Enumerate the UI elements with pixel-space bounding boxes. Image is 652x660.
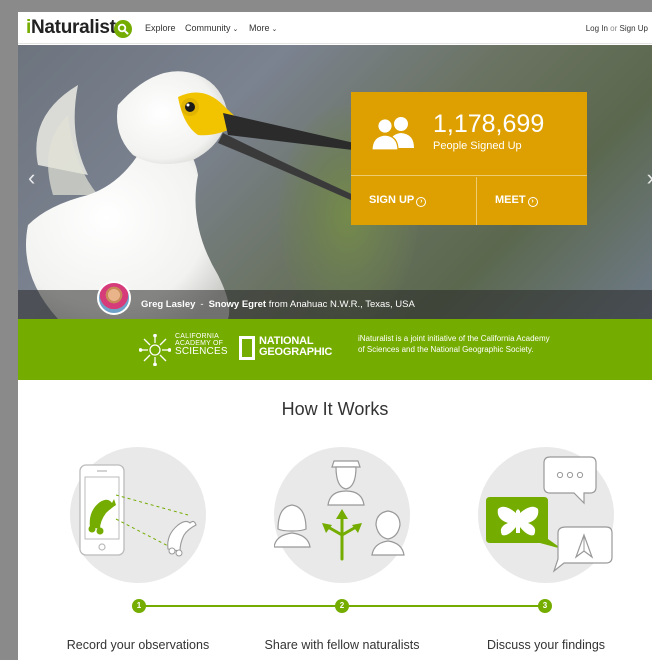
nav-more[interactable]: More ⌄ xyxy=(249,23,277,33)
signup-button[interactable]: SIGN UP › xyxy=(351,177,477,225)
natgeo-logo-text[interactable]: NATIONAL GEOGRAPHIC xyxy=(259,336,332,358)
egret-photo xyxy=(26,71,363,319)
login-link[interactable]: Log In xyxy=(586,24,608,33)
species-link[interactable]: Snowy Egret xyxy=(209,299,267,310)
step-1-number: 1 xyxy=(132,599,146,613)
people-count: 1,178,699 xyxy=(433,110,545,138)
step-2-label: Share with fellow naturalists xyxy=(264,638,420,652)
inaturalist-logo[interactable]: iNaturalist xyxy=(26,17,116,39)
search-icon xyxy=(117,23,129,35)
photographer-link[interactable]: Greg Lasley xyxy=(141,299,195,310)
chevron-down-icon: ⌄ xyxy=(232,26,239,33)
step-3-label: Discuss your findings xyxy=(486,638,606,652)
people-icon xyxy=(371,117,414,151)
signup-stats-box: 1,178,699 People Signed Up SIGN UP › MEET… xyxy=(351,92,587,225)
chat-butterfly-icon xyxy=(486,456,613,573)
phone-caterpillar-icon xyxy=(79,464,197,557)
chevron-left-icon: ‹ xyxy=(28,165,36,190)
slideshow-prev-button[interactable]: ‹ xyxy=(28,165,35,191)
page: iNaturalist Explore Community ⌄ More ⌄ Log… xyxy=(18,12,652,660)
circle-arrow-icon: › xyxy=(416,197,427,207)
auth-links: Log In or Sign Up xyxy=(585,24,648,33)
step-3-illustration xyxy=(478,447,614,583)
chevron-right-icon: › xyxy=(647,165,652,190)
nav-community[interactable]: Community ⌄ xyxy=(185,23,238,33)
chevron-down-icon: ⌄ xyxy=(271,26,278,33)
step-3-number: 3 xyxy=(538,599,552,613)
how-it-works-title: How It Works xyxy=(281,399,389,419)
step-1-label: Record your observations xyxy=(66,638,210,652)
natgeo-logo-icon[interactable] xyxy=(239,336,255,360)
step-2-number: 2 xyxy=(335,599,349,613)
partner-blurb: iNaturalist is a joint initiative of the… xyxy=(358,334,550,354)
top-nav: iNaturalist Explore Community ⌄ More ⌄ Log… xyxy=(18,12,652,44)
hero-slideshow: ‹ › 1,178,699 People Signed Up SIGN UP› xyxy=(18,45,652,319)
stats-header: 1,178,699 People Signed Up xyxy=(351,92,587,176)
nav-explore[interactable]: Explore xyxy=(145,23,176,33)
search-button[interactable] xyxy=(114,20,132,38)
signup-link[interactable]: Sign Up xyxy=(620,24,648,33)
step-2-illustration xyxy=(274,447,410,583)
circle-arrow-icon: › xyxy=(527,197,538,207)
slideshow-next-button[interactable]: › xyxy=(647,165,652,191)
cal-academy-logo-icon[interactable] xyxy=(139,334,171,366)
meet-button[interactable]: MEET › xyxy=(477,177,587,225)
photographer-avatar[interactable] xyxy=(97,281,131,315)
step-1-illustration xyxy=(70,447,206,583)
cal-academy-logo-text[interactable]: CALIFORNIA ACADEMY OF SCIENCES xyxy=(175,333,228,357)
photo-caption: Greg Lasley - Snowy Egret from Anahuac N.W… xyxy=(141,299,415,310)
partner-band: CALIFORNIA ACADEMY OF SCIENCES NATIONAL … xyxy=(18,319,652,380)
people-count-label: People Signed Up xyxy=(433,140,522,152)
people-share-icon xyxy=(274,460,405,561)
